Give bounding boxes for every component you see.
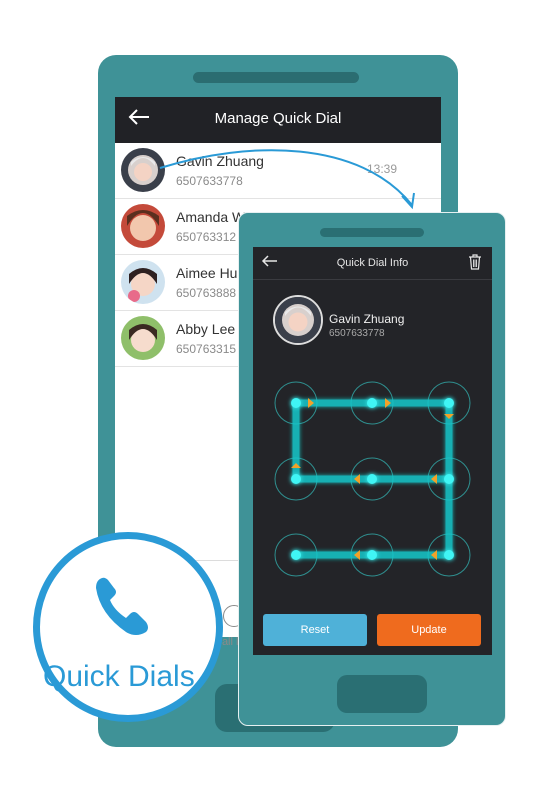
- update-button[interactable]: Update: [377, 614, 481, 646]
- front-phone-home-button[interactable]: [337, 675, 427, 713]
- reset-button[interactable]: Reset: [263, 614, 367, 646]
- front-phone-speaker: [320, 228, 424, 237]
- dial-pattern[interactable]: [253, 247, 492, 655]
- quick-dial-info-screen: Quick Dial Info Gavin Zhuang 6507633778: [253, 247, 492, 655]
- phone-icon: [96, 577, 148, 635]
- quick-dials-label: Quick Dials: [43, 660, 195, 693]
